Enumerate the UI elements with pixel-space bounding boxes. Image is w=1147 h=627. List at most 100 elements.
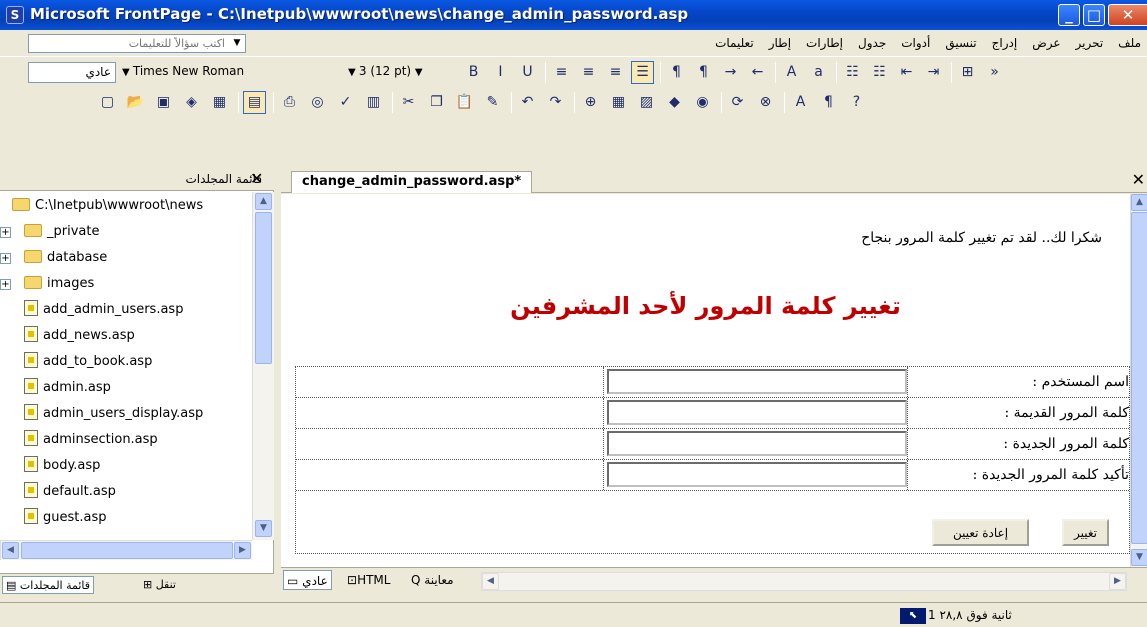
undo-icon[interactable]: ↶: [516, 91, 539, 114]
editor-vertical-scrollbar[interactable]: ▲ ▼: [1130, 194, 1147, 567]
bullets-icon[interactable]: ☷: [868, 61, 891, 84]
tree-file[interactable]: add_admin_users.asp: [0, 300, 183, 326]
refresh-icon[interactable]: ⟳: [726, 91, 749, 114]
menu-item[interactable]: عرض: [1032, 36, 1060, 50]
style-select[interactable]: عادي: [28, 62, 116, 83]
tab-navigation[interactable]: ⊞ تنقل: [140, 576, 179, 594]
scroll-up-icon[interactable]: ▲: [255, 193, 272, 210]
arrow-left-icon[interactable]: ←: [746, 61, 769, 84]
rtl-icon[interactable]: ¶: [692, 61, 715, 84]
research-icon[interactable]: ▥: [362, 91, 385, 114]
tab-normal[interactable]: ▭ عادي: [283, 570, 332, 590]
tree-file[interactable]: guest.asp: [0, 508, 106, 534]
menu-item[interactable]: تنسيق: [945, 36, 976, 50]
font-select[interactable]: ▼ Times New Roman: [118, 62, 350, 83]
tree-folder[interactable]: + _private: [0, 222, 99, 248]
tree-file[interactable]: add_news.asp: [0, 326, 135, 352]
menu-item[interactable]: إطارات: [806, 36, 843, 50]
ask-question-input[interactable]: [29, 35, 229, 52]
folder-horizontal-scrollbar[interactable]: ◀ ▶: [0, 540, 252, 560]
scroll-thumb[interactable]: [1131, 212, 1147, 544]
show-all-icon[interactable]: ¶: [817, 91, 840, 114]
tree-root[interactable]: C:\Inetpub\wwwroot\news: [12, 196, 203, 222]
scroll-left-icon[interactable]: ◀: [482, 573, 499, 590]
align-center-icon[interactable]: ≡: [577, 61, 600, 84]
close-button[interactable]: ✕: [1108, 4, 1147, 26]
frontpage-icon[interactable]: S: [6, 6, 24, 24]
expand-icon[interactable]: +: [0, 253, 11, 264]
preview-icon[interactable]: ◎: [306, 91, 329, 114]
scroll-down-icon[interactable]: ▼: [255, 520, 272, 537]
numbering-icon[interactable]: ☷: [841, 61, 864, 84]
decrease-font-icon[interactable]: a: [807, 61, 830, 84]
web-component-icon[interactable]: ▦: [208, 91, 231, 114]
align-right-icon[interactable]: ≡: [604, 61, 627, 84]
scroll-thumb[interactable]: [21, 542, 233, 559]
font-color-icon[interactable]: A: [789, 91, 812, 114]
bold-icon[interactable]: B: [462, 61, 485, 84]
tree-file[interactable]: admin.asp: [0, 378, 111, 404]
menu-item[interactable]: جدول: [858, 36, 886, 50]
scroll-right-icon[interactable]: ▶: [234, 542, 251, 559]
insert-component-icon[interactable]: ⊕: [579, 91, 602, 114]
folder-vertical-scrollbar[interactable]: ▲ ▼: [252, 192, 274, 540]
tab-preview[interactable]: Q معاينة: [408, 570, 457, 590]
increase-indent-icon[interactable]: ⇥: [922, 61, 945, 84]
ask-question-box[interactable]: ▼: [28, 34, 246, 53]
drawing-icon[interactable]: ◆: [663, 91, 686, 114]
menu-item[interactable]: ملف: [1118, 36, 1141, 50]
tab-html[interactable]: ⊡HTML: [344, 570, 393, 590]
design-surface[interactable]: شكرا لك.. لقد تم تغيير كلمة المرور بنجاح…: [281, 194, 1130, 567]
tab-folder-list[interactable]: ▤ قائمة المجلدات: [2, 576, 95, 594]
help-icon[interactable]: ?: [845, 91, 868, 114]
tree-file[interactable]: adminsection.asp: [0, 430, 158, 456]
tree-file[interactable]: admin_users_display.asp: [0, 404, 203, 430]
form-field-input[interactable]: [607, 400, 907, 425]
align-left-icon[interactable]: ≡: [550, 61, 573, 84]
open-icon[interactable]: 📂: [124, 91, 147, 114]
underline-icon[interactable]: U: [516, 61, 539, 84]
spelling-icon[interactable]: ✓: [334, 91, 357, 114]
more-icon[interactable]: »: [983, 61, 1006, 84]
format-painter-icon[interactable]: ✎: [481, 91, 504, 114]
expand-icon[interactable]: +: [0, 227, 11, 238]
reset-button[interactable]: إعادة تعيين: [932, 519, 1029, 546]
tree-file[interactable]: default.asp: [0, 482, 116, 508]
italic-icon[interactable]: I: [489, 61, 512, 84]
stop-icon[interactable]: ⊗: [754, 91, 777, 114]
insert-picture-icon[interactable]: ▨: [635, 91, 658, 114]
print-icon[interactable]: ⎙: [278, 91, 301, 114]
form-field-input[interactable]: [607, 462, 907, 487]
scroll-left-icon[interactable]: ◀: [2, 542, 19, 559]
chevron-down-icon[interactable]: ▼: [229, 35, 245, 52]
tree-folder[interactable]: + database: [0, 248, 107, 274]
menu-item[interactable]: أدوات: [901, 36, 930, 50]
cut-icon[interactable]: ✂: [397, 91, 420, 114]
copy-icon[interactable]: ❐: [425, 91, 448, 114]
arrow-right-icon[interactable]: →: [719, 61, 742, 84]
scroll-up-icon[interactable]: ▲: [1131, 194, 1147, 211]
increase-font-icon[interactable]: A: [780, 61, 803, 84]
insert-table-icon[interactable]: ▦: [607, 91, 630, 114]
scroll-down-icon[interactable]: ▼: [1131, 549, 1147, 566]
tree-file[interactable]: body.asp: [0, 456, 100, 482]
scroll-right-icon[interactable]: ▶: [1109, 573, 1126, 590]
tree-file[interactable]: add_to_book.asp: [0, 352, 152, 378]
menu-item[interactable]: إدراج: [992, 36, 1018, 50]
border-icon[interactable]: ⊞: [956, 61, 979, 84]
new-page-icon[interactable]: ▢: [96, 91, 119, 114]
tree-folder[interactable]: + images: [0, 274, 94, 300]
save-icon[interactable]: ▣: [152, 91, 175, 114]
hyperlink-icon[interactable]: ◉: [691, 91, 714, 114]
document-tab[interactable]: change_admin_password.asp*: [291, 171, 533, 193]
submit-button[interactable]: تغيير: [1062, 519, 1109, 546]
maximize-button[interactable]: □: [1083, 4, 1105, 26]
menu-item[interactable]: تعليمات: [715, 36, 754, 50]
redo-icon[interactable]: ↷: [544, 91, 567, 114]
ltr-icon[interactable]: ¶: [665, 61, 688, 84]
menu-item[interactable]: تحرير: [1076, 36, 1104, 50]
form-field-input[interactable]: [607, 431, 907, 456]
form-field-input[interactable]: [607, 369, 907, 394]
menu-item[interactable]: إطار: [769, 36, 791, 50]
close-icon[interactable]: ✕: [1132, 170, 1145, 189]
